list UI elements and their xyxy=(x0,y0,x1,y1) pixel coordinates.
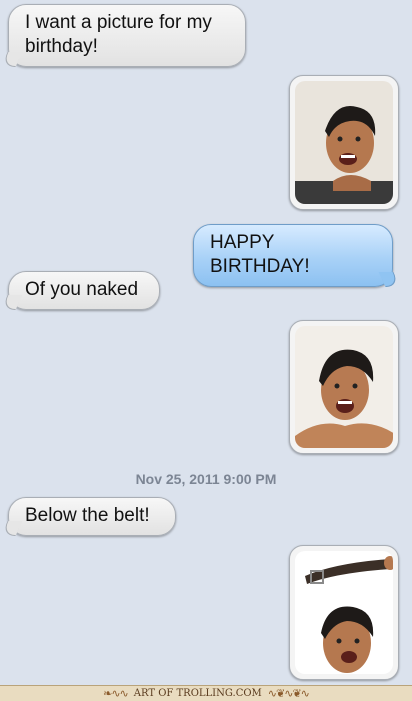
message-text: Of you naked xyxy=(25,279,139,300)
watermark-footer: ❧∿∿ ART OF TROLLING.COM ∿❦∿❦∿ xyxy=(0,685,412,701)
incoming-message-bubble[interactable]: Below the belt! xyxy=(0,497,176,536)
selfie-photo-icon[interactable] xyxy=(295,81,393,204)
outgoing-photo-bubble[interactable] xyxy=(289,320,399,454)
incoming-message-bubble[interactable]: I want a picture for my birthday! xyxy=(0,4,246,67)
ornament-icon: ∿❦∿❦∿ xyxy=(267,687,310,700)
bubble-tail xyxy=(378,272,401,287)
message-timestamp: Nov 25, 2011 9:00 PM xyxy=(135,471,277,487)
belt-photo-icon[interactable] xyxy=(295,551,393,674)
bubble-tail xyxy=(0,521,23,536)
message-text: HAPPY BIRTHDAY! xyxy=(210,232,310,277)
ornament-icon: ❧∿∿ xyxy=(103,687,129,700)
selfie-photo-icon[interactable] xyxy=(295,326,393,448)
bubble-tail xyxy=(0,295,23,310)
message-thread[interactable]: I want a picture for my birthday! HAPPY … xyxy=(0,0,412,685)
outgoing-photo-bubble[interactable] xyxy=(289,75,399,210)
bubble-tail xyxy=(0,52,23,67)
message-text: I want a picture for my birthday! xyxy=(25,12,212,57)
footer-text: ART OF TROLLING.COM xyxy=(133,688,262,699)
outgoing-message-bubble[interactable]: HAPPY BIRTHDAY! xyxy=(193,224,401,287)
message-text: Below the belt! xyxy=(25,505,150,526)
outgoing-photo-bubble[interactable] xyxy=(289,545,399,680)
incoming-message-bubble[interactable]: Of you naked xyxy=(0,271,160,310)
